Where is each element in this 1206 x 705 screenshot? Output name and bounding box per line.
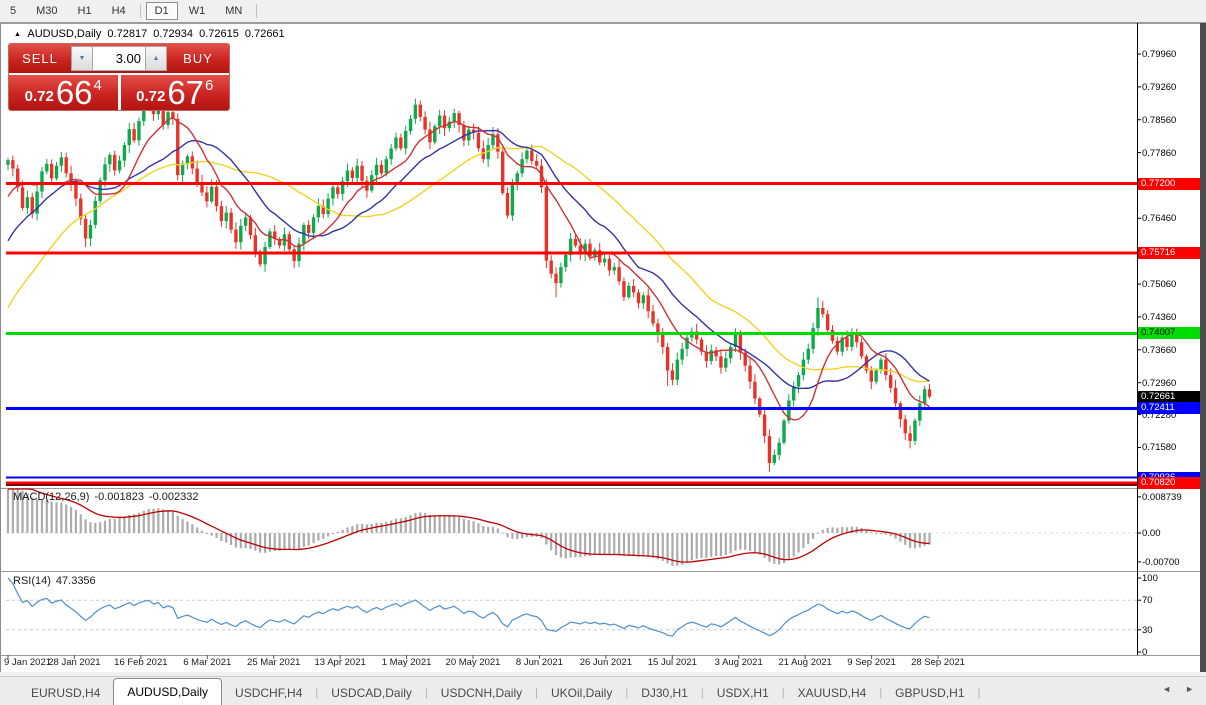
rsi-axis-tick: 70 bbox=[1142, 595, 1153, 607]
price-axis-tick: 0.75060 bbox=[1142, 279, 1177, 291]
window-right-edge bbox=[1199, 23, 1206, 672]
chart-tab-usdcad[interactable]: USDCAD,Daily bbox=[318, 680, 425, 705]
chart-window: ▲ AUDUSD,Daily 0.72817 0.72934 0.72615 0… bbox=[0, 23, 1200, 672]
volume-spinner: ▼ ▲ bbox=[71, 44, 167, 73]
timeframe-button-h4[interactable]: H4 bbox=[103, 2, 135, 20]
chart-tab-usdchf[interactable]: USDCHF,H4 bbox=[222, 680, 315, 705]
date-axis-label: 1 May 2021 bbox=[381, 657, 432, 668]
sell-price-button[interactable]: 0.72 66 4 bbox=[9, 75, 118, 110]
chart-canvas[interactable] bbox=[1, 23, 1200, 672]
macd-axis-tick: 0.008739 bbox=[1142, 491, 1182, 503]
buy-price-button[interactable]: 0.72 67 6 bbox=[120, 74, 229, 110]
sell-button[interactable]: SELL bbox=[9, 44, 71, 73]
macd-value: -0.001823 bbox=[94, 491, 144, 503]
chart-tab-gbpusd[interactable]: GBPUSD,H1 bbox=[882, 680, 977, 705]
price-level-label: 0.70820 bbox=[1138, 477, 1200, 490]
price-axis-tick: 0.79260 bbox=[1142, 81, 1177, 93]
tab-scroll-right-icon[interactable]: ► bbox=[1185, 684, 1194, 694]
chart-tab-usdcnh[interactable]: USDCNH,Daily bbox=[428, 680, 535, 705]
toolbar-separator bbox=[139, 4, 141, 18]
rsi-name: RSI(14) bbox=[13, 575, 51, 587]
date-axis-label: 28 Sep 2021 bbox=[911, 657, 965, 668]
tab-separator: | bbox=[977, 687, 981, 699]
volume-increase-button[interactable]: ▲ bbox=[145, 46, 167, 71]
rsi-indicator-label: RSI(14) 47.3356 bbox=[13, 575, 101, 587]
macd-name: MACD(12,26,9) bbox=[13, 491, 90, 503]
buy-button[interactable]: BUY bbox=[167, 44, 229, 73]
rsi-value: 47.3356 bbox=[55, 575, 96, 587]
chart-tab-bar: EURUSD,H4 AUDUSD,Daily USDCHF,H4 | USDCAD,Da… bbox=[0, 676, 1206, 705]
toolbar-separator bbox=[256, 4, 258, 18]
ohlc-low: 0.72615 bbox=[199, 28, 239, 40]
price-level-label: 0.74007 bbox=[1138, 327, 1200, 340]
date-axis-label: 15 Jul 2021 bbox=[647, 657, 697, 668]
macd-signal-value: -0.002332 bbox=[148, 491, 199, 503]
chart-tab-ukoil[interactable]: UKOil,Daily bbox=[538, 680, 625, 705]
ohlc-close: 0.72661 bbox=[244, 28, 285, 40]
price-level-label: 0.77200 bbox=[1138, 177, 1200, 190]
collapse-triangle-icon[interactable]: ▲ bbox=[14, 31, 21, 38]
price-level-label: 0.72411 bbox=[1138, 402, 1200, 415]
volume-input[interactable] bbox=[93, 46, 145, 71]
timeframe-button-w1[interactable]: W1 bbox=[180, 2, 215, 20]
rsi-axis-tick: 100 bbox=[1142, 573, 1158, 584]
rsi-axis-tick: 0 bbox=[1142, 647, 1148, 658]
triangle-up-icon: ▲ bbox=[152, 55, 160, 62]
timeframe-toolbar: 5 M30 H1 H4 D1 W1 MN bbox=[0, 0, 1206, 23]
date-axis-label: 20 May 2021 bbox=[445, 657, 501, 668]
buy-price-big-digits: 67 bbox=[167, 74, 205, 110]
date-axis-label: 28 Jan 2021 bbox=[48, 657, 101, 668]
date-axis-label: 21 Aug 2021 bbox=[778, 657, 832, 668]
tab-scroll-arrows: ◄ ► bbox=[1162, 684, 1194, 694]
price-axis-tick: 0.72960 bbox=[1142, 377, 1177, 389]
ohlc-high: 0.72934 bbox=[153, 28, 194, 40]
date-axis-label: 9 Sep 2021 bbox=[847, 657, 896, 668]
tab-scroll-left-icon[interactable]: ◄ bbox=[1162, 684, 1171, 694]
price-axis-tick: 0.77860 bbox=[1142, 147, 1177, 159]
rsi-axis-tick: 30 bbox=[1142, 624, 1153, 636]
buy-price-prefix: 0.72 bbox=[136, 88, 166, 105]
chart-ohlc-title: ▲ AUDUSD,Daily 0.72817 0.72934 0.72615 0… bbox=[14, 28, 288, 40]
triangle-down-icon: ▼ bbox=[78, 55, 86, 62]
buy-price-pipette: 6 bbox=[205, 77, 214, 94]
price-level-label: 0.72661 bbox=[1138, 390, 1200, 403]
chart-tab-usdx[interactable]: USDX,H1 bbox=[704, 680, 782, 705]
sell-price-pipette: 4 bbox=[93, 77, 102, 94]
macd-axis-tick: 0.00 bbox=[1142, 528, 1161, 539]
timeframe-button-d1[interactable]: D1 bbox=[145, 2, 178, 20]
timeframe-button-5[interactable]: 5 bbox=[1, 2, 25, 20]
timeframe-button-mn[interactable]: MN bbox=[216, 2, 251, 20]
chart-tab-dj30[interactable]: DJ30,H1 bbox=[628, 680, 701, 705]
macd-indicator-label: MACD(12,26,9) -0.001823 -0.002332 bbox=[13, 491, 204, 503]
price-axis-tick: 0.78560 bbox=[1142, 114, 1177, 126]
date-axis-label: 25 Mar 2021 bbox=[247, 657, 301, 668]
date-axis-label: 13 Apr 2021 bbox=[314, 657, 366, 668]
price-axis-tick: 0.76460 bbox=[1142, 213, 1177, 225]
date-axis-label: 26 Jun 2021 bbox=[579, 657, 632, 668]
chart-tab-audusd[interactable]: AUDUSD,Daily bbox=[113, 678, 223, 705]
chart-tab-eurusd[interactable]: EURUSD,H4 bbox=[18, 680, 113, 705]
date-axis-label: 8 Jun 2021 bbox=[515, 657, 563, 668]
trading-terminal-window: 5 M30 H1 H4 D1 W1 MN ▲ AUDUSD,Daily 0.72817 0.… bbox=[0, 0, 1206, 705]
macd-axis-tick: -0.00700 bbox=[1142, 556, 1180, 568]
price-axis-tick: 0.74360 bbox=[1142, 311, 1177, 323]
price-axis-tick: 0.73660 bbox=[1142, 344, 1177, 356]
price-level-label: 0.75716 bbox=[1138, 247, 1200, 260]
date-axis-label: 16 Feb 2021 bbox=[114, 657, 168, 668]
date-axis-label: 6 Mar 2021 bbox=[183, 657, 232, 668]
price-axis-tick: 0.79960 bbox=[1142, 49, 1177, 60]
price-axis-tick: 0.71580 bbox=[1142, 442, 1177, 454]
timeframe-button-m30[interactable]: M30 bbox=[27, 2, 66, 20]
sell-price-prefix: 0.72 bbox=[24, 88, 54, 105]
date-axis-label: 3 Aug 2021 bbox=[714, 657, 763, 668]
one-click-trading-panel: SELL ▼ ▲ BUY 0.72664 0.72676 bbox=[9, 44, 229, 110]
ohlc-open: 0.72817 bbox=[107, 28, 148, 40]
chart-tab-xauusd[interactable]: XAUUSD,H4 bbox=[785, 680, 880, 705]
chart-symbol-period: AUDUSD,Daily bbox=[27, 28, 102, 40]
sell-price-big-digits: 66 bbox=[55, 74, 93, 110]
volume-decrease-button[interactable]: ▼ bbox=[71, 46, 93, 71]
timeframe-button-h1[interactable]: H1 bbox=[69, 2, 101, 20]
